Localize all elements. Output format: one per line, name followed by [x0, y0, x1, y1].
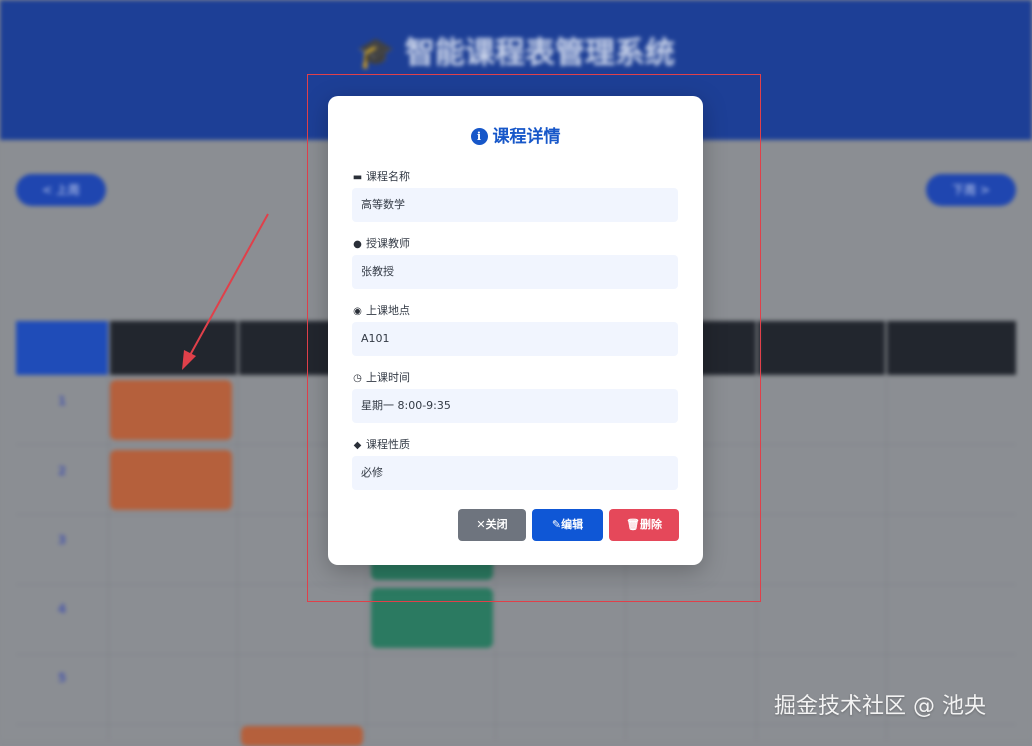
- delete-button-label: 删除: [639, 518, 662, 531]
- info-icon: i: [470, 128, 488, 145]
- delete-button[interactable]: 🗑删除: [609, 509, 679, 541]
- user-icon: ●: [353, 239, 362, 250]
- course-name-field[interactable]: 高等数学: [352, 188, 678, 222]
- close-button[interactable]: ✕关闭: [458, 509, 526, 541]
- trash-icon: 🗑: [626, 518, 640, 531]
- location-label: ◉ 上课地点: [352, 302, 410, 318]
- watermark: 掘金技术社区 @ 池央: [774, 694, 986, 719]
- course-name-label: ▬ 课程名称: [352, 168, 410, 184]
- edit-icon: ✎: [551, 518, 562, 531]
- time-label-text: 上课时间: [366, 371, 410, 384]
- course-type-label-text: 课程性质: [366, 438, 410, 451]
- close-icon: ✕: [476, 518, 486, 531]
- clock-icon: ◷: [353, 373, 362, 384]
- course-details-modal: i 课程详情 ▬ 课程名称 高等数学 ● 授课教师 张教授 ◉ 上课地点 A101 ◷ 上…: [328, 96, 703, 565]
- course-type-field[interactable]: 必修: [352, 456, 678, 490]
- tags-icon: ◆: [353, 440, 362, 451]
- teacher-field[interactable]: 张教授: [352, 255, 678, 289]
- teacher-label-text: 授课教师: [366, 237, 410, 250]
- course-type-label: ◆ 课程性质: [352, 436, 410, 452]
- teacher-label: ● 授课教师: [352, 235, 410, 251]
- course-name-label-text: 课程名称: [366, 170, 410, 183]
- time-label: ◷ 上课时间: [352, 369, 410, 385]
- book-icon: ▬: [352, 172, 363, 183]
- close-button-label: 关闭: [485, 518, 508, 531]
- edit-button-label: 编辑: [561, 518, 584, 531]
- modal-title-text: 课程详情: [492, 127, 561, 147]
- location-label-text: 上课地点: [366, 304, 410, 317]
- time-field[interactable]: 星期一 8:00-9:35: [352, 389, 678, 423]
- map-pin-icon: ◉: [353, 306, 362, 317]
- modal-title: i 课程详情: [328, 122, 703, 147]
- edit-button[interactable]: ✎编辑: [532, 509, 603, 541]
- location-field[interactable]: A101: [352, 322, 678, 356]
